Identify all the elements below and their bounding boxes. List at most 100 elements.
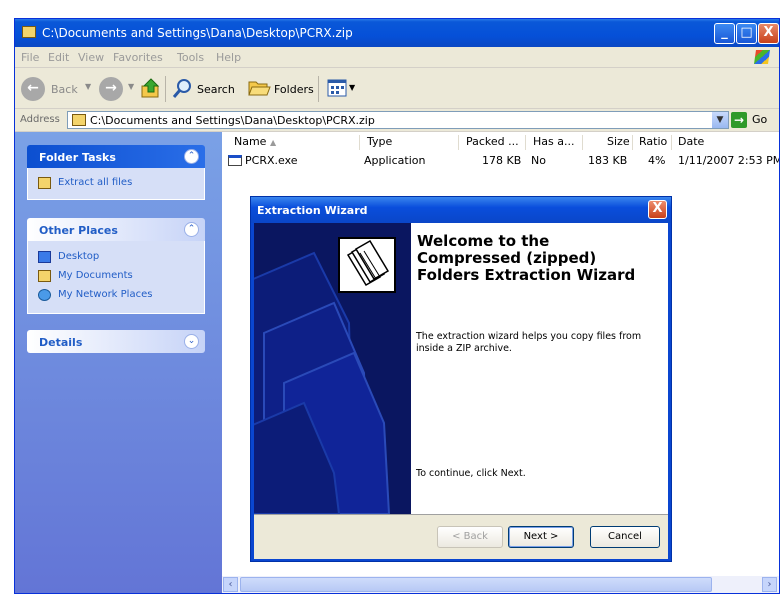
- desktop-icon: [38, 251, 51, 263]
- maximize-button[interactable]: □: [736, 23, 757, 44]
- folders-icon[interactable]: [247, 77, 271, 99]
- address-value: C:\Documents and Settings\Dana\Desktop\P…: [90, 114, 375, 127]
- window-title: C:\Documents and Settings\Dana\Desktop\P…: [42, 26, 353, 40]
- wizard-side-banner: [254, 223, 411, 514]
- wizard-heading: Welcome to the Compressed (zipped) Folde…: [417, 232, 636, 284]
- dialog-title: Extraction Wizard: [257, 204, 368, 217]
- menu-favorites[interactable]: Favorites: [113, 51, 163, 64]
- go-arrow-icon: →: [731, 112, 747, 128]
- dialog-title-bar[interactable]: Extraction Wizard X: [251, 197, 671, 223]
- folders-button[interactable]: Folders: [274, 83, 314, 96]
- scroll-right-icon[interactable]: ›: [762, 577, 777, 592]
- menu-tools[interactable]: Tools: [177, 51, 204, 64]
- back-arrow-icon[interactable]: ←: [21, 77, 45, 101]
- dialog-close-button[interactable]: X: [648, 200, 667, 219]
- place-label: My Network Places: [58, 289, 153, 300]
- back-button[interactable]: < Back: [437, 526, 503, 548]
- title-bar[interactable]: C:\Documents and Settings\Dana\Desktop\P…: [15, 19, 779, 47]
- column-ratio[interactable]: Ratio: [639, 135, 667, 151]
- back-button-label[interactable]: Back: [51, 83, 78, 96]
- views-dropdown-icon[interactable]: ▼: [349, 83, 355, 92]
- column-date[interactable]: Date: [678, 135, 704, 151]
- column-size[interactable]: Size: [607, 135, 630, 151]
- next-button[interactable]: Next >: [508, 526, 574, 548]
- place-label: My Documents: [58, 270, 133, 281]
- file-packed: 178 KB: [482, 154, 522, 167]
- horizontal-scrollbar[interactable]: ‹ ›: [222, 576, 779, 593]
- menu-file[interactable]: File: [21, 51, 39, 64]
- dialog-button-bar: < Back Next > Cancel: [254, 514, 668, 559]
- address-label: Address: [20, 114, 60, 125]
- column-divider[interactable]: [632, 135, 633, 150]
- expand-chevron-icon[interactable]: ⌄: [184, 334, 199, 349]
- column-divider[interactable]: [582, 135, 583, 150]
- folder-tasks-panel: Folder Tasks ⌃ Extract all files: [27, 145, 205, 200]
- network-places-icon: [38, 289, 51, 301]
- file-name: PCRX.exe: [245, 154, 298, 167]
- search-icon[interactable]: [172, 77, 194, 99]
- sort-ascending-icon: ▲: [269, 138, 277, 147]
- dialog-body: Welcome to the Compressed (zipped) Folde…: [254, 223, 668, 559]
- details-title: Details: [39, 336, 83, 349]
- close-button[interactable]: X: [758, 23, 779, 44]
- menu-help[interactable]: Help: [216, 51, 241, 64]
- address-bar: Address C:\Documents and Settings\Dana\D…: [15, 109, 779, 132]
- address-input[interactable]: C:\Documents and Settings\Dana\Desktop\P…: [67, 111, 729, 129]
- scrollbar-thumb[interactable]: [240, 577, 712, 592]
- column-divider[interactable]: [525, 135, 526, 150]
- zip-folder-icon: [72, 114, 86, 126]
- back-dropdown-icon[interactable]: ▼: [85, 82, 91, 91]
- place-my-network-places[interactable]: My Network Places: [28, 286, 204, 305]
- column-divider[interactable]: [671, 135, 672, 150]
- search-button[interactable]: Search: [197, 83, 235, 96]
- go-label: Go: [752, 113, 768, 126]
- column-name-label: Name: [234, 135, 267, 148]
- place-desktop[interactable]: Desktop: [28, 248, 204, 267]
- menu-edit[interactable]: Edit: [48, 51, 69, 64]
- windows-logo-icon: [754, 50, 770, 64]
- file-type: Application: [364, 154, 426, 167]
- column-divider[interactable]: [359, 135, 360, 150]
- column-divider[interactable]: [458, 135, 459, 150]
- address-dropdown-icon[interactable]: ▼: [712, 112, 728, 128]
- toolbar-separator: [165, 76, 166, 102]
- extraction-wizard-dialog: Extraction Wizard X Welcome to the Compr…: [250, 196, 672, 562]
- other-places-header[interactable]: Other Places ⌃: [27, 218, 205, 241]
- place-label: Desktop: [58, 251, 100, 262]
- extract-folder-icon: [38, 177, 51, 189]
- column-has-a[interactable]: Has a...: [533, 135, 574, 151]
- views-icon[interactable]: [327, 79, 347, 97]
- go-button[interactable]: → Go: [731, 111, 775, 129]
- zip-folders-icon: [338, 237, 396, 293]
- file-has-password: No: [531, 154, 546, 167]
- wizard-description: The extraction wizard helps you copy fil…: [416, 331, 642, 354]
- up-folder-icon[interactable]: [141, 78, 161, 98]
- my-documents-icon: [38, 270, 51, 282]
- toolbar: ← Back ▼ → ▼ Search Folders ▼: [15, 68, 779, 109]
- column-packed[interactable]: Packed ...: [466, 135, 519, 151]
- place-my-documents[interactable]: My Documents: [28, 267, 204, 286]
- folder-tasks-header[interactable]: Folder Tasks ⌃: [27, 145, 205, 168]
- zip-folder-icon: [22, 26, 36, 38]
- details-header[interactable]: Details ⌄: [27, 330, 205, 353]
- menu-view[interactable]: View: [78, 51, 104, 64]
- cancel-button[interactable]: Cancel: [590, 526, 660, 548]
- file-date: 1/11/2007 2:53 PM: [678, 154, 780, 167]
- forward-arrow-icon[interactable]: →: [99, 77, 123, 101]
- collapse-chevron-icon[interactable]: ⌃: [184, 222, 199, 237]
- details-panel: Details ⌄: [27, 330, 205, 353]
- other-places-title: Other Places: [39, 224, 118, 237]
- file-size: 183 KB: [588, 154, 628, 167]
- task-extract-all[interactable]: Extract all files: [28, 174, 204, 193]
- column-name[interactable]: Name ▲: [234, 135, 276, 151]
- column-type[interactable]: Type: [367, 135, 392, 151]
- other-places-body: Desktop My Documents My Network Places: [27, 241, 205, 314]
- application-icon: [228, 155, 242, 166]
- task-pane: Folder Tasks ⌃ Extract all files Other P…: [15, 132, 222, 593]
- collapse-chevron-icon[interactable]: ⌃: [184, 149, 199, 164]
- task-label: Extract all files: [58, 177, 133, 188]
- forward-dropdown-icon[interactable]: ▼: [128, 82, 134, 91]
- scroll-left-icon[interactable]: ‹: [223, 577, 238, 592]
- file-ratio: 4%: [648, 154, 666, 167]
- minimize-button[interactable]: _: [714, 23, 735, 44]
